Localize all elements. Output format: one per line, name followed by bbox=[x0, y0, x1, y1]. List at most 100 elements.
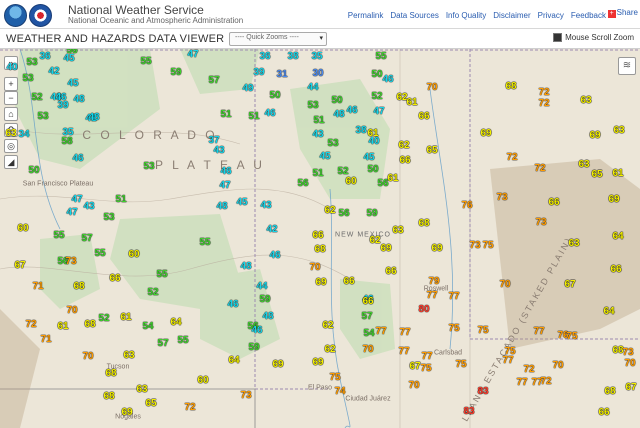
temperature-observation[interactable]: 44 bbox=[307, 83, 318, 93]
temperature-observation[interactable]: 70 bbox=[408, 381, 419, 391]
zoom-out-button[interactable]: − bbox=[4, 91, 18, 105]
temperature-observation[interactable]: 40 bbox=[6, 63, 17, 73]
temperature-observation[interactable]: 83 bbox=[477, 387, 488, 397]
locate-icon[interactable]: ◎ bbox=[4, 139, 18, 153]
temperature-observation[interactable]: 54 bbox=[363, 329, 374, 339]
temperature-observation[interactable]: 46 bbox=[227, 300, 238, 310]
temperature-observation[interactable]: 75 bbox=[477, 326, 488, 336]
temperature-observation[interactable]: 51 bbox=[115, 195, 126, 205]
temperature-observation[interactable]: 43 bbox=[312, 130, 323, 140]
temperature-observation[interactable]: 69 bbox=[380, 244, 391, 254]
temperature-observation[interactable]: 65 bbox=[426, 146, 437, 156]
temperature-observation[interactable]: 74 bbox=[334, 387, 345, 397]
temperature-observation[interactable]: 48 bbox=[73, 95, 84, 105]
temperature-observation[interactable]: 70 bbox=[552, 361, 563, 371]
temperature-observation[interactable]: 69 bbox=[121, 408, 132, 418]
temperature-observation[interactable]: 53 bbox=[22, 74, 33, 84]
temperature-observation[interactable]: 67 bbox=[564, 280, 575, 290]
temperature-observation[interactable]: 53 bbox=[26, 58, 37, 68]
temperature-observation[interactable]: 55 bbox=[156, 270, 167, 280]
temperature-observation[interactable]: 68 bbox=[505, 82, 516, 92]
temperature-observation[interactable]: 73 bbox=[535, 218, 546, 228]
temperature-observation[interactable]: 76 bbox=[461, 201, 472, 211]
temperature-observation[interactable]: 39 bbox=[253, 68, 264, 78]
temperature-observation[interactable]: 45 bbox=[236, 198, 247, 208]
temperature-observation[interactable]: 51 bbox=[312, 169, 323, 179]
temperature-observation[interactable]: 63 bbox=[5, 129, 16, 139]
temperature-observation[interactable]: 53 bbox=[307, 101, 318, 111]
temperature-observation[interactable]: 66 bbox=[109, 274, 120, 284]
site-title[interactable]: National Weather Service bbox=[68, 3, 204, 17]
temperature-observation[interactable]: 66 bbox=[418, 112, 429, 122]
temperature-observation[interactable]: 47 bbox=[71, 195, 82, 205]
temperature-observation[interactable]: 77 bbox=[502, 356, 513, 366]
temperature-observation[interactable]: 62 bbox=[322, 321, 333, 331]
temperature-observation[interactable]: 47 bbox=[373, 107, 384, 117]
feedback-link[interactable]: Feedback bbox=[571, 11, 606, 20]
nws-logo[interactable] bbox=[29, 4, 52, 27]
temperature-observation[interactable]: 46 bbox=[220, 167, 231, 177]
temperature-observation[interactable]: 66 bbox=[399, 156, 410, 166]
temperature-observation[interactable]: 59 bbox=[259, 295, 270, 305]
temperature-observation[interactable]: 48 bbox=[240, 262, 251, 272]
temperature-observation[interactable]: 64 bbox=[603, 307, 614, 317]
temperature-observation[interactable]: 51 bbox=[248, 112, 259, 122]
temperature-observation[interactable]: 61 bbox=[120, 313, 131, 323]
temperature-observation[interactable]: 66 bbox=[385, 267, 396, 277]
temperature-observation[interactable]: 57 bbox=[361, 312, 372, 322]
temperature-observation[interactable]: 72 bbox=[538, 99, 549, 109]
temperature-observation[interactable]: 66 bbox=[548, 198, 559, 208]
temperature-observation[interactable]: 77 bbox=[421, 352, 432, 362]
temperature-observation[interactable]: 61 bbox=[406, 98, 417, 108]
temperature-observation[interactable]: 65 bbox=[591, 170, 602, 180]
temperature-observation[interactable]: 66 bbox=[343, 277, 354, 287]
temperature-observation[interactable]: 61 bbox=[57, 322, 68, 332]
temperature-observation[interactable]: 68 bbox=[84, 320, 95, 330]
temperature-observation[interactable]: 57 bbox=[208, 76, 219, 86]
temperature-observation[interactable]: 46 bbox=[269, 251, 280, 261]
info-quality-link[interactable]: Info Quality bbox=[446, 11, 486, 20]
temperature-observation[interactable]: 46 bbox=[346, 106, 357, 116]
temperature-observation[interactable]: 60 bbox=[345, 177, 356, 187]
temperature-observation[interactable]: 75 bbox=[448, 324, 459, 334]
temperature-observation[interactable]: 72 bbox=[184, 403, 195, 413]
temperature-observation[interactable]: 48 bbox=[216, 202, 227, 212]
temperature-observation[interactable]: 50 bbox=[367, 165, 378, 175]
temperature-observation[interactable]: 69 bbox=[589, 131, 600, 141]
temperature-observation[interactable]: 71 bbox=[32, 282, 43, 292]
temperature-observation[interactable]: 53 bbox=[327, 139, 338, 149]
temperature-observation[interactable]: 68 bbox=[314, 245, 325, 255]
temperature-observation[interactable]: 36 bbox=[39, 52, 50, 62]
temperature-observation[interactable]: 83 bbox=[463, 407, 474, 417]
temperature-observation[interactable]: 70 bbox=[82, 352, 93, 362]
temperature-observation[interactable]: 72 bbox=[538, 88, 549, 98]
temperature-observation[interactable]: 64 bbox=[228, 356, 239, 366]
temperature-observation[interactable]: 54 bbox=[142, 322, 153, 332]
temperature-observation[interactable]: 63 bbox=[568, 239, 579, 249]
share-button[interactable]: + Share bbox=[607, 8, 638, 18]
temperature-observation[interactable]: 46 bbox=[264, 109, 275, 119]
temperature-observation[interactable]: 71 bbox=[40, 335, 51, 345]
temperature-observation[interactable]: 55 bbox=[177, 336, 188, 346]
temperature-observation[interactable]: 35 bbox=[311, 52, 322, 62]
layers-icon[interactable]: ≋ bbox=[618, 57, 636, 75]
temperature-observation[interactable]: 64 bbox=[170, 318, 181, 328]
temperature-observation[interactable]: 50 bbox=[28, 166, 39, 176]
temperature-observation[interactable]: 64 bbox=[612, 232, 623, 242]
temperature-observation[interactable]: 51 bbox=[220, 110, 231, 120]
temperature-observation[interactable]: 56 bbox=[338, 209, 349, 219]
temperature-observation[interactable]: 55 bbox=[94, 249, 105, 259]
temperature-observation[interactable]: 70 bbox=[624, 359, 635, 369]
temperature-observation[interactable]: 79 bbox=[428, 277, 439, 287]
temperature-observation[interactable]: 60 bbox=[17, 224, 28, 234]
temperature-observation[interactable]: 56 bbox=[297, 179, 308, 189]
temperature-observation[interactable]: 62 bbox=[398, 141, 409, 151]
temperature-observation[interactable]: 75 bbox=[420, 364, 431, 374]
temperature-observation[interactable]: 67 bbox=[625, 383, 636, 393]
temperature-observation[interactable]: 73 bbox=[240, 391, 251, 401]
temperature-observation[interactable]: 45 bbox=[319, 152, 330, 162]
temperature-observation[interactable]: 48 bbox=[333, 110, 344, 120]
temperature-observation[interactable]: 69 bbox=[608, 195, 619, 205]
temperature-observation[interactable]: 68 bbox=[418, 219, 429, 229]
temperature-observation[interactable]: 52 bbox=[147, 288, 158, 298]
